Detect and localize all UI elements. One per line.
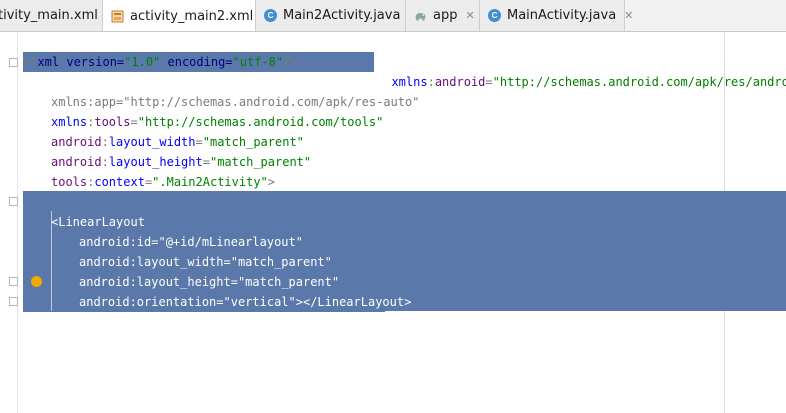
tab-label: MainActivity.java	[507, 8, 617, 23]
code-line: android:id="@+id/mLinearlayout"	[79, 235, 303, 249]
code-line: </androidx.constraintlayout.widget.Const…	[24, 315, 400, 329]
editor-tab-bar: tivity_main.xml ✕ activity_main2.xml ✕ C…	[0, 0, 786, 32]
code-line: android:layout_height="match_parent"	[51, 155, 312, 169]
close-icon[interactable]: ✕	[624, 10, 633, 21]
code-line: android:layout_width="match_parent"	[79, 255, 332, 269]
java-class-icon: C	[488, 9, 501, 22]
code-line: tools:context=".Main2Activity">	[51, 175, 275, 189]
code-line: <LinearLayout	[51, 215, 145, 229]
tab-activity-main-xml[interactable]: tivity_main.xml ✕	[0, 0, 115, 31]
tab-mainactivity-java[interactable]: C MainActivity.java ✕	[480, 0, 633, 31]
code-line: xmlns:app="http://schemas.android.com/ap…	[51, 95, 420, 109]
java-class-icon: C	[264, 9, 277, 22]
close-icon[interactable]: ✕	[465, 10, 474, 21]
code-line: android:layout_width="match_parent"	[51, 135, 304, 149]
code-line: <androidx.constraintlayout.widget.Constr…	[23, 75, 786, 89]
code-line: <?xml version="1.0" encoding="utf-8"?>	[23, 55, 298, 69]
code-line: android:layout_height="match_parent"	[79, 275, 340, 289]
tab-label: app	[433, 8, 458, 23]
tab-label: activity_main2.xml	[130, 8, 254, 24]
code-line: xmlns:tools="http://schemas.android.com/…	[51, 115, 384, 129]
tab-label: tivity_main.xml	[0, 8, 98, 23]
tab-label: Main2Activity.java	[283, 8, 401, 23]
gradle-elephant-icon	[414, 9, 427, 22]
code-line: android:orientation="vertical"></LinearL…	[79, 295, 412, 309]
xml-layout-file-icon	[111, 10, 124, 23]
code-editor[interactable]: <?xml version="1.0" encoding="utf-8"?> <…	[0, 32, 786, 413]
tab-activity-main2-xml[interactable]: activity_main2.xml ✕	[103, 0, 271, 31]
tab-main2activity-java[interactable]: C Main2Activity.java ✕	[256, 0, 418, 31]
tab-app-gradle[interactable]: app ✕	[406, 0, 480, 31]
